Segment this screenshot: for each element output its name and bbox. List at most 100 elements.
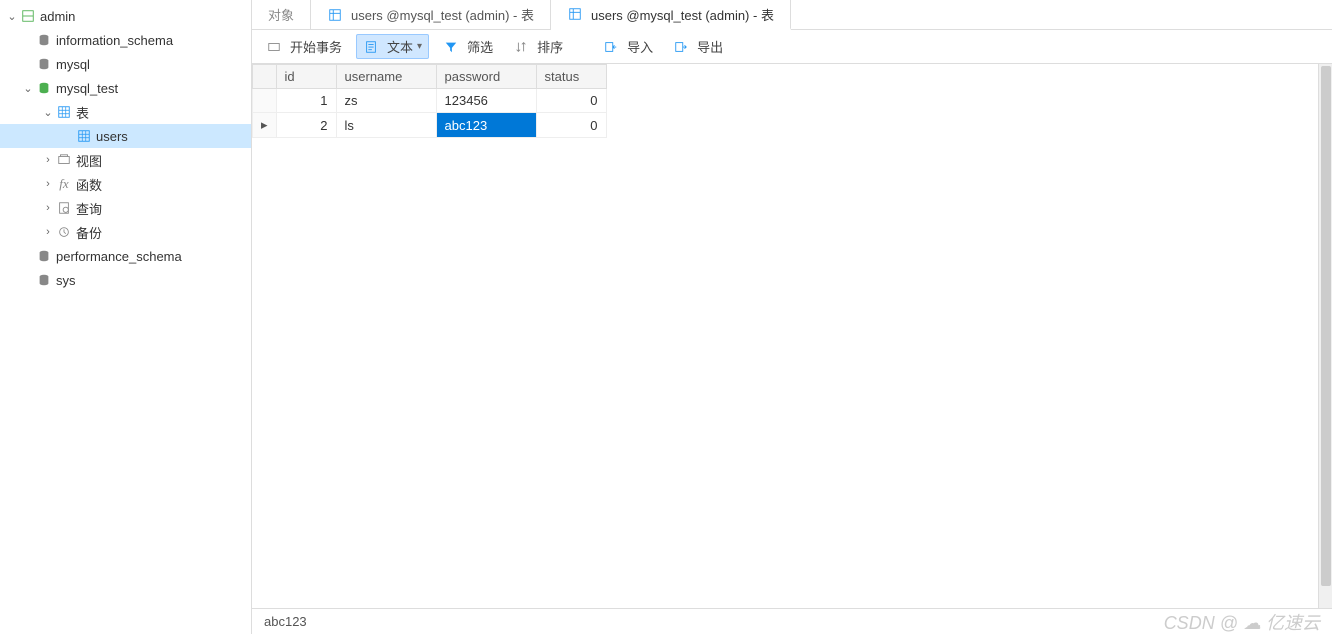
table-row[interactable]: ▸2lsabc1230 bbox=[253, 113, 607, 138]
main-area: 对象 users @mysql_test (admin) - 表 users @… bbox=[252, 0, 1332, 634]
expand-icon[interactable]: › bbox=[40, 178, 56, 190]
tree-db[interactable]: information_schema bbox=[0, 28, 251, 52]
import-button[interactable]: 导入 bbox=[597, 35, 659, 58]
database-icon bbox=[36, 80, 52, 96]
cell-password[interactable]: abc123 bbox=[436, 113, 536, 138]
tree-item-label: 视图 bbox=[76, 151, 102, 170]
import-icon bbox=[603, 39, 619, 55]
cloud-icon: ☁ bbox=[1243, 613, 1261, 633]
col-label: status bbox=[545, 69, 580, 84]
export-icon bbox=[673, 39, 689, 55]
query-icon bbox=[56, 200, 72, 216]
wm-text: CSDN @ bbox=[1164, 613, 1238, 633]
text-mode-button[interactable]: 文本 ▾ bbox=[356, 34, 429, 59]
btn-label: 文本 bbox=[387, 37, 413, 56]
sort-button[interactable]: 排序 bbox=[507, 35, 569, 58]
tree-item-label: users bbox=[96, 129, 128, 144]
table-icon bbox=[567, 6, 583, 22]
cell-status[interactable]: 0 bbox=[536, 113, 606, 138]
tree-item-label: sys bbox=[56, 273, 76, 288]
cell-username[interactable]: ls bbox=[336, 113, 436, 138]
begin-transaction-button[interactable]: 开始事务 bbox=[260, 35, 348, 58]
tree-item-label: performance_schema bbox=[56, 249, 182, 264]
backup-icon bbox=[56, 224, 72, 240]
dropdown-icon[interactable]: ▾ bbox=[417, 41, 422, 52]
cell-status[interactable]: 0 bbox=[536, 89, 606, 113]
view-icon bbox=[56, 152, 72, 168]
watermark: CSDN @ ☁ 亿速云 bbox=[1164, 609, 1320, 635]
tree-item-label: mysql_test bbox=[56, 81, 118, 96]
col-label: username bbox=[345, 69, 403, 84]
btn-label: 筛选 bbox=[467, 37, 493, 56]
sort-icon bbox=[513, 39, 529, 55]
database-icon bbox=[36, 248, 52, 264]
tree-db-open[interactable]: ⌄ mysql_test bbox=[0, 76, 251, 100]
tree-item-label: 查询 bbox=[76, 199, 102, 218]
filter-button[interactable]: 筛选 bbox=[437, 35, 499, 58]
tree-db[interactable]: mysql bbox=[0, 52, 251, 76]
expand-icon[interactable]: › bbox=[40, 202, 56, 214]
col-label: password bbox=[445, 69, 501, 84]
toolbar: 开始事务 文本 ▾ 筛选 排序 导入 导出 bbox=[252, 30, 1332, 64]
tree-views[interactable]: › 视图 bbox=[0, 148, 251, 172]
export-button[interactable]: 导出 bbox=[667, 35, 729, 58]
tab-label: users @mysql_test (admin) - 表 bbox=[591, 5, 774, 24]
row-selector-header[interactable] bbox=[253, 65, 277, 89]
expand-icon[interactable]: › bbox=[40, 154, 56, 166]
tree-item-label: information_schema bbox=[56, 33, 173, 48]
database-icon bbox=[36, 56, 52, 72]
table-row[interactable]: 1zs1234560 bbox=[253, 89, 607, 113]
cell-username[interactable]: zs bbox=[336, 89, 436, 113]
transaction-icon bbox=[266, 39, 282, 55]
database-icon bbox=[36, 272, 52, 288]
tree-item-label: 表 bbox=[76, 103, 89, 122]
tab-label: users @mysql_test (admin) - 表 bbox=[351, 5, 534, 24]
status-cell-value: abc123 bbox=[264, 614, 307, 629]
row-cursor[interactable] bbox=[253, 89, 277, 113]
table-icon bbox=[76, 128, 92, 144]
tabs: 对象 users @mysql_test (admin) - 表 users @… bbox=[252, 0, 1332, 30]
btn-label: 排序 bbox=[537, 37, 563, 56]
cell-id[interactable]: 2 bbox=[276, 113, 336, 138]
cell-password[interactable]: 123456 bbox=[436, 89, 536, 113]
db-tree: ⌄ admin information_schema mysql ⌄ mysql… bbox=[0, 0, 252, 634]
table-group-icon bbox=[56, 104, 72, 120]
tree-queries[interactable]: › 查询 bbox=[0, 196, 251, 220]
tree-item-label: 备份 bbox=[76, 223, 102, 242]
tree-item-label: 函数 bbox=[76, 175, 102, 194]
funnel-icon bbox=[443, 39, 459, 55]
scrollbar-thumb[interactable] bbox=[1321, 66, 1331, 586]
tree-functions[interactable]: › fx 函数 bbox=[0, 172, 251, 196]
tab-users-1[interactable]: users @mysql_test (admin) - 表 bbox=[311, 0, 551, 29]
expand-icon[interactable]: ⌄ bbox=[20, 82, 36, 95]
row-cursor[interactable]: ▸ bbox=[253, 113, 277, 138]
text-icon bbox=[363, 39, 379, 55]
tree-backup[interactable]: › 备份 bbox=[0, 220, 251, 244]
expand-icon[interactable]: ⌄ bbox=[4, 10, 20, 23]
col-id[interactable]: id bbox=[276, 65, 336, 89]
database-icon bbox=[36, 32, 52, 48]
col-username[interactable]: username bbox=[336, 65, 436, 89]
col-label: id bbox=[285, 69, 295, 84]
cell-id[interactable]: 1 bbox=[276, 89, 336, 113]
expand-icon[interactable]: ⌄ bbox=[40, 106, 56, 119]
function-icon: fx bbox=[56, 176, 72, 192]
tab-objects[interactable]: 对象 bbox=[252, 0, 311, 29]
expand-icon[interactable]: › bbox=[40, 226, 56, 238]
tree-db[interactable]: sys bbox=[0, 268, 251, 292]
tree-db[interactable]: performance_schema bbox=[0, 244, 251, 268]
tab-label: 对象 bbox=[268, 5, 294, 24]
tree-tables[interactable]: ⌄ 表 bbox=[0, 100, 251, 124]
tree-table-users[interactable]: users bbox=[0, 124, 251, 148]
wm-text: 亿速云 bbox=[1266, 613, 1320, 633]
table-icon bbox=[327, 7, 343, 23]
tree-root[interactable]: ⌄ admin bbox=[0, 4, 251, 28]
tab-users-2[interactable]: users @mysql_test (admin) - 表 bbox=[551, 0, 791, 30]
vertical-scrollbar[interactable] bbox=[1318, 64, 1332, 608]
connection-icon bbox=[20, 8, 36, 24]
tree-item-label: mysql bbox=[56, 57, 90, 72]
btn-label: 开始事务 bbox=[290, 37, 342, 56]
data-grid[interactable]: id username password status 1zs1234560▸2… bbox=[252, 64, 1332, 608]
col-status[interactable]: status bbox=[536, 65, 606, 89]
col-password[interactable]: password bbox=[436, 65, 536, 89]
